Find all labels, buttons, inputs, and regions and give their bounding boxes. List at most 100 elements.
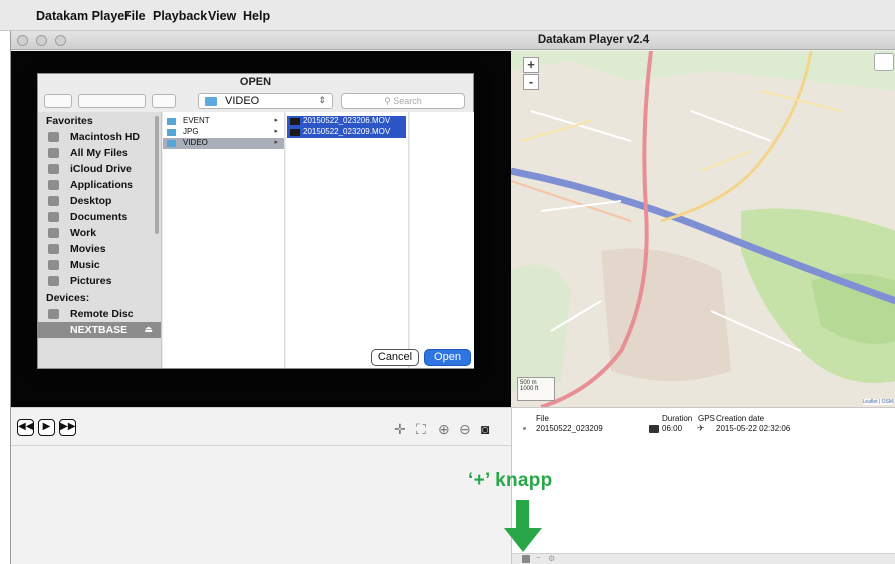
zoom-in-icon[interactable]: ⊕	[438, 421, 450, 438]
zoom-out-icon[interactable]: ⊖	[459, 421, 471, 438]
map-tiles	[511, 51, 895, 407]
folder-icon	[167, 140, 176, 147]
sidebar-item-pictures[interactable]: Pictures	[38, 273, 161, 289]
sidebar-item-applications[interactable]: Applications	[38, 177, 161, 193]
favorites-heading: Favorites	[46, 115, 93, 127]
desktop-icon	[48, 196, 59, 206]
folder-column: EVENT ▸ JPG ▸ VIDEO ▸	[163, 112, 285, 368]
sidebar-item-music[interactable]: Music	[38, 257, 161, 273]
sidebar-item-label: iCloud Drive	[70, 163, 132, 175]
files-column: 20150522_023206.MOV 20150522_023209.MOV	[286, 112, 409, 368]
remove-file-button[interactable]: −	[536, 553, 541, 562]
sidebar-item-label: Remote Disc	[70, 308, 134, 320]
crosshair-icon[interactable]: ✛	[394, 421, 406, 438]
creation-date-cell: 2015-05-22 02:32:06	[716, 424, 791, 433]
file-name-cell: 20150522_023209	[536, 424, 603, 433]
map-panel[interactable]: + - 500 m 1000 ft Leaflet | OSM	[511, 51, 895, 407]
folder-label: JPG	[183, 127, 199, 136]
column-header-file[interactable]: File	[536, 414, 549, 423]
chevron-right-icon: ▸	[274, 139, 278, 146]
pictures-icon	[48, 276, 59, 286]
camera-icon[interactable]: ◙	[481, 421, 489, 437]
cloud-icon	[48, 164, 59, 174]
file-list-toolbar: − ⚙	[512, 553, 895, 564]
devices-heading: Devices:	[46, 292, 90, 304]
player-window: Datakam Player v2.4 OPEN VIDEO ⇕ ⚲ Searc…	[10, 31, 895, 564]
drive-icon	[48, 325, 59, 335]
eject-icon[interactable]: ⏏	[144, 324, 153, 335]
sidebar-item-macintosh-hd[interactable]: Macintosh HD	[38, 129, 161, 145]
sidebar-item-label: Documents	[70, 211, 128, 223]
play-button[interactable]: ▶	[38, 419, 55, 436]
sidebar-item-label: Work	[70, 227, 97, 239]
sidebar-item-label: Desktop	[70, 195, 112, 207]
folder-row-video[interactable]: VIDEO ▸	[163, 138, 284, 149]
map-attribution[interactable]: Leaflet | OSM	[862, 399, 893, 405]
column-header-creation-date[interactable]: Creation date	[716, 414, 764, 423]
search-placeholder: Search	[393, 96, 422, 106]
arrange-button[interactable]	[152, 94, 176, 108]
file-row[interactable]: 20150522_023209.MOV	[287, 127, 406, 138]
map-scale-imperial: 1000 ft	[520, 386, 539, 392]
search-icon: ⚲	[384, 96, 394, 106]
map-scale: 500 m 1000 ft	[517, 377, 555, 401]
sidebar-item-desktop[interactable]: Desktop	[38, 193, 161, 209]
sidebar-item-label: Pictures	[70, 275, 112, 287]
fullscreen-icon[interactable]: ⛶	[416, 421, 426, 438]
sidebar-item-movies[interactable]: Movies	[38, 241, 161, 257]
cancel-button[interactable]: Cancel	[371, 349, 419, 366]
sidebar-item-work[interactable]: Work	[38, 225, 161, 241]
folder-icon	[205, 97, 217, 106]
files-icon	[48, 148, 59, 158]
open-file-dialog: OPEN VIDEO ⇕ ⚲ Search Favorites Macintos…	[37, 73, 474, 369]
file-row[interactable]: 20150522_023206.MOV	[287, 116, 406, 127]
rewind-button[interactable]: ◀◀	[17, 419, 34, 436]
satellite-icon: ✈	[697, 423, 705, 433]
title-bar: Datakam Player v2.4	[11, 31, 895, 50]
screen: Datakam Player File Playback View Help D…	[0, 0, 895, 564]
preview-column	[410, 112, 474, 368]
sidebar-item-documents[interactable]: Documents	[38, 209, 161, 225]
layers-icon[interactable]	[874, 53, 894, 71]
sidebar-item-label: Applications	[70, 179, 134, 191]
folder-row-event[interactable]: EVENT ▸	[163, 116, 284, 127]
menu-playback[interactable]: Playback	[153, 9, 207, 23]
back-forward-buttons[interactable]	[44, 94, 72, 108]
folder-label: VIDEO	[183, 138, 208, 147]
add-file-button[interactable]	[522, 555, 530, 563]
menu-bar: Datakam Player File Playback View Help	[0, 0, 895, 31]
column-header-duration[interactable]: Duration	[662, 414, 692, 423]
folder-icon	[167, 118, 176, 125]
view-mode-buttons[interactable]	[78, 94, 146, 108]
menu-view[interactable]: View	[208, 9, 236, 23]
sidebar-item-nextbase[interactable]: NEXTBASE ⏏	[38, 322, 161, 338]
video-file-icon	[290, 129, 300, 136]
menu-file[interactable]: File	[124, 9, 146, 23]
map-zoom-in-button[interactable]: +	[523, 57, 539, 73]
column-header-gps[interactable]: GPS	[698, 414, 715, 423]
sidebar-item-label: NEXTBASE	[70, 324, 128, 336]
folder-row-jpg[interactable]: JPG ▸	[163, 127, 284, 138]
sidebar-item-label: Movies	[70, 243, 106, 255]
sidebar-item-all-my-files[interactable]: All My Files	[38, 145, 161, 161]
sidebar-item-label: All My Files	[70, 147, 128, 159]
film-icon	[48, 244, 59, 254]
fast-forward-button[interactable]: ▶▶	[59, 419, 76, 436]
disc-icon	[48, 309, 59, 319]
menu-help[interactable]: Help	[243, 9, 270, 23]
settings-icon[interactable]: ⚙	[548, 554, 555, 563]
folder-icon	[167, 129, 176, 136]
sidebar-item-label: Music	[70, 259, 100, 271]
menu-app-name[interactable]: Datakam Player	[36, 9, 129, 23]
sidebar-item-remote-disc[interactable]: Remote Disc	[38, 306, 161, 322]
sidebar-item-icloud-drive[interactable]: iCloud Drive	[38, 161, 161, 177]
folder-selector[interactable]: VIDEO ⇕	[198, 93, 333, 109]
file-label: 20150522_023206.MOV	[303, 116, 391, 125]
search-input[interactable]: ⚲ Search	[341, 93, 465, 109]
map-zoom-out-button[interactable]: -	[523, 74, 539, 90]
duration-cell: 06:00	[662, 424, 683, 433]
open-button[interactable]: Open	[424, 349, 471, 366]
chevron-right-icon: ▸	[274, 128, 278, 135]
row-bullet	[523, 427, 526, 430]
dialog-sidebar: Favorites Macintosh HD All My Files iClo…	[38, 112, 162, 368]
